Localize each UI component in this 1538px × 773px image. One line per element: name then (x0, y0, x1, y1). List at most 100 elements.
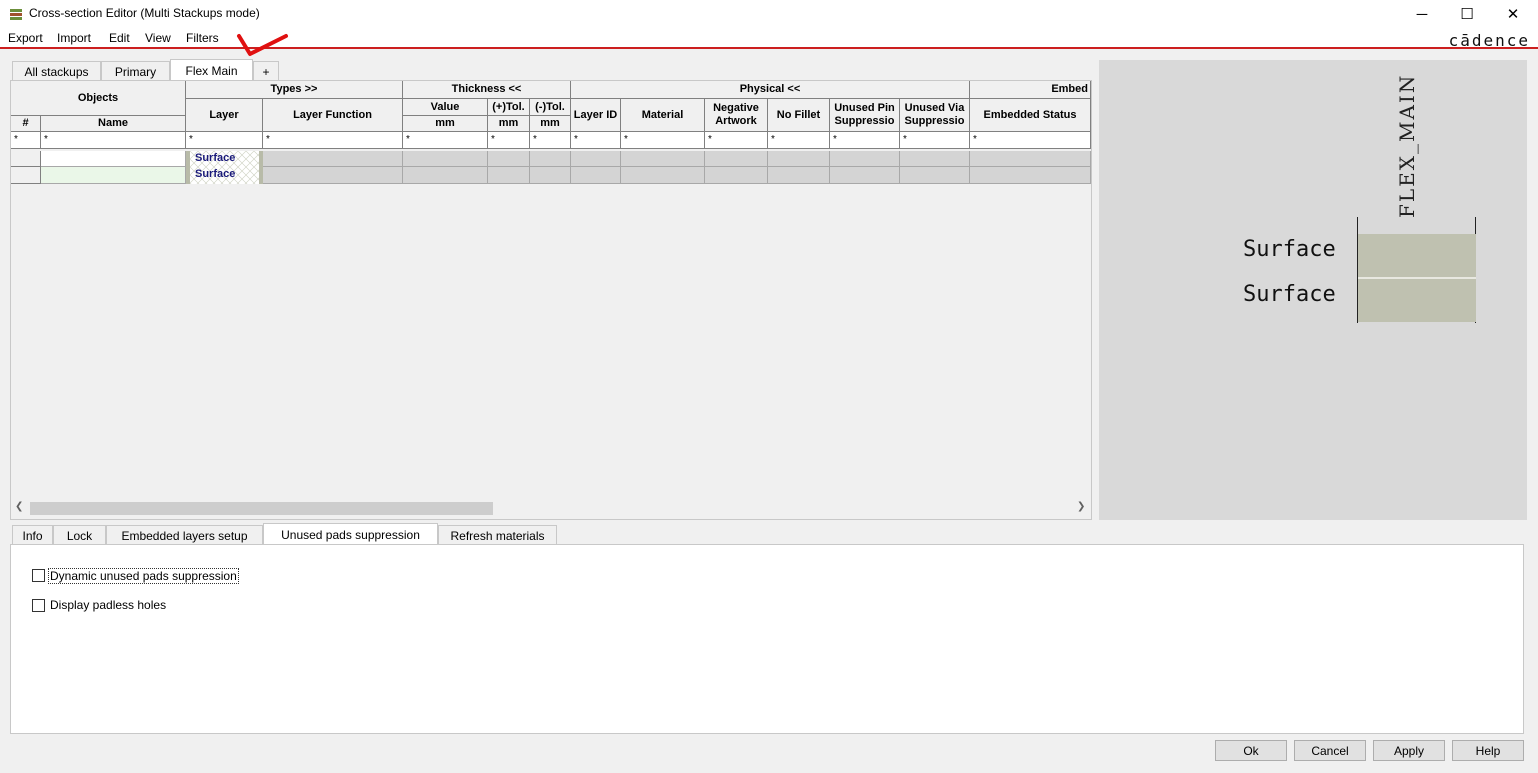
col-layer-id: Layer ID (571, 99, 621, 132)
group-types[interactable]: Types >> (186, 81, 403, 99)
col-layer: Layer (186, 99, 263, 132)
grid-header: Objects Types >> Thickness << Physical <… (11, 81, 1091, 185)
tab-primary[interactable]: Primary (101, 61, 170, 81)
scroll-left-icon[interactable]: ❮ (15, 501, 23, 512)
filter-unused-via[interactable]: * (900, 132, 970, 149)
add-stackup-tab[interactable]: + (253, 61, 279, 81)
filter-value[interactable]: * (403, 132, 488, 149)
filter-layer-id[interactable]: * (571, 132, 621, 149)
apply-button[interactable]: Apply (1373, 740, 1445, 761)
filter-plus-tol[interactable]: * (488, 132, 530, 149)
tab-flex-main[interactable]: Flex Main (170, 59, 253, 81)
table-cell[interactable] (530, 167, 571, 184)
menu-view[interactable]: View (145, 31, 171, 45)
unit-minus-tol-mm: mm (530, 116, 571, 132)
table-cell[interactable] (571, 167, 621, 184)
table-cell-layer[interactable]: Surface (186, 151, 263, 167)
checkmark-annotation-icon (237, 34, 288, 56)
unit-plus-tol-mm: mm (488, 116, 530, 132)
menu-filters[interactable]: Filters (186, 31, 219, 45)
table-cell[interactable] (900, 167, 970, 184)
table-cell[interactable] (830, 151, 900, 167)
col-name: Name (41, 116, 186, 132)
filter-negative-artwork[interactable]: * (705, 132, 768, 149)
group-embedded[interactable]: Embed (970, 81, 1091, 99)
col-layer-function: Layer Function (263, 99, 403, 132)
col-material: Material (621, 99, 705, 132)
filter-no-fillet[interactable]: * (768, 132, 830, 149)
table-row-header[interactable] (11, 151, 41, 167)
filter-material[interactable]: * (621, 132, 705, 149)
table-cell[interactable] (621, 167, 705, 184)
app-icon (10, 9, 22, 20)
tab-lock[interactable]: Lock (53, 525, 106, 545)
tab-refresh-materials[interactable]: Refresh materials (438, 525, 557, 545)
scroll-right-icon[interactable]: ❯ (1077, 501, 1085, 512)
col-plus-tol: (+)Tol. (488, 99, 530, 116)
table-cell[interactable] (970, 151, 1091, 167)
table-cell[interactable] (768, 167, 830, 184)
table-cell[interactable] (768, 151, 830, 167)
group-objects: Objects (11, 81, 186, 116)
table-cell-name[interactable] (41, 151, 186, 167)
tab-all-stackups[interactable]: All stackups (12, 61, 101, 81)
menu-bar: Export Import Edit View Filters (0, 28, 1538, 49)
dynamic-suppression-label[interactable]: Dynamic unused pads suppression (48, 568, 239, 584)
col-no-fillet: No Fillet (768, 99, 830, 132)
filter-embedded-status[interactable]: * (970, 132, 1091, 149)
group-physical[interactable]: Physical << (571, 81, 970, 99)
table-cell[interactable] (900, 151, 970, 167)
cancel-button[interactable]: Cancel (1294, 740, 1366, 761)
table-cell[interactable] (705, 151, 768, 167)
horizontal-scrollbar[interactable]: ❮ ❯ (11, 500, 1091, 517)
title-bar: Cross-section Editor (Multi Stackups mod… (0, 0, 1538, 28)
preview-layer-label: Surface (1243, 282, 1336, 307)
help-button[interactable]: Help (1452, 740, 1524, 761)
preview-layer-label: Surface (1243, 237, 1336, 262)
col-unused-via: Unused Via Suppressio (900, 99, 970, 132)
padless-holes-label[interactable]: Display padless holes (50, 598, 166, 612)
table-cell[interactable] (263, 167, 403, 184)
filter-name[interactable]: * (41, 132, 186, 149)
filter-layer-function[interactable]: * (263, 132, 403, 149)
table-cell[interactable] (488, 167, 530, 184)
col-unused-pin: Unused Pin Suppressio (830, 99, 900, 132)
padless-holes-checkbox[interactable] (32, 599, 45, 612)
table-cell-name[interactable] (41, 167, 186, 184)
filter-layer[interactable]: * (186, 132, 263, 149)
filter-unused-pin[interactable]: * (830, 132, 900, 149)
table-row-header[interactable] (11, 167, 41, 184)
col-negative-artwork: Negative Artwork (705, 99, 768, 132)
tab-unused-pads-suppression[interactable]: Unused pads suppression (263, 523, 438, 545)
table-cell[interactable] (488, 151, 530, 167)
close-button[interactable]: ✕ (1490, 0, 1536, 28)
ok-button[interactable]: Ok (1215, 740, 1287, 761)
table-cell[interactable] (830, 167, 900, 184)
menu-import[interactable]: Import (57, 31, 91, 45)
col-minus-tol: (-)Tol. (530, 99, 571, 116)
filter-minus-tol[interactable]: * (530, 132, 571, 149)
tab-embedded-layers-setup[interactable]: Embedded layers setup (106, 525, 263, 545)
table-cell[interactable] (530, 151, 571, 167)
tab-info[interactable]: Info (12, 525, 53, 545)
table-cell[interactable] (263, 151, 403, 167)
group-thickness[interactable]: Thickness << (403, 81, 571, 99)
scrollbar-thumb[interactable] (30, 502, 493, 515)
unit-value-mm: mm (403, 116, 488, 132)
preview-layer-block (1358, 234, 1476, 277)
table-cell[interactable] (403, 151, 488, 167)
col-embedded-status: Embedded Status (970, 99, 1091, 132)
table-cell[interactable] (571, 151, 621, 167)
menu-export[interactable]: Export (8, 31, 43, 45)
table-cell[interactable] (621, 151, 705, 167)
filter-number[interactable]: * (11, 132, 41, 149)
maximize-button[interactable]: ☐ (1444, 0, 1490, 28)
table-cell[interactable] (970, 167, 1091, 184)
menu-edit[interactable]: Edit (109, 31, 130, 45)
table-cell[interactable] (705, 167, 768, 184)
dynamic-suppression-checkbox[interactable] (32, 569, 45, 582)
table-cell-layer[interactable]: Surface (186, 167, 263, 184)
table-cell[interactable] (403, 167, 488, 184)
col-number: # (11, 116, 41, 132)
minimize-button[interactable]: ─ (1399, 0, 1445, 28)
